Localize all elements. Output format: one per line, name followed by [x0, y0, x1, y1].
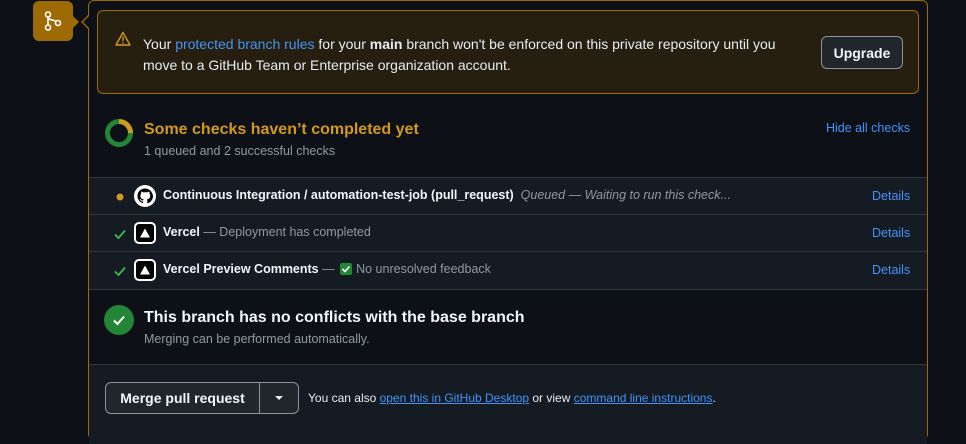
check-details-link[interactable]: Details — [872, 189, 910, 203]
conflict-status: This branch has no conflicts with the ba… — [89, 289, 927, 364]
warning-message: Your protected branch rules for your mai… — [143, 36, 776, 73]
conflict-title: This branch has no conflicts with the ba… — [144, 309, 525, 326]
protected-branch-rules-link[interactable]: protected branch rules — [175, 36, 314, 52]
merge-options-dropdown[interactable] — [259, 382, 299, 414]
check-icon — [114, 229, 126, 240]
check-row: Vercel Preview Comments — No unresolved … — [89, 251, 927, 289]
checks-summary: Some checks haven’t completed yet 1 queu… — [89, 101, 927, 177]
queued-dot-icon — [116, 193, 124, 201]
alert-icon — [115, 31, 131, 46]
upgrade-button[interactable]: Upgrade — [821, 36, 903, 69]
checks-title: Some checks haven’t completed yet — [144, 121, 419, 138]
command-line-instructions-link[interactable]: command line instructions — [574, 391, 713, 405]
merge-box: Your protected branch rules for your mai… — [88, 0, 928, 444]
git-merge-icon — [33, 1, 79, 41]
check-row: Continuous Integration / automation-test… — [89, 177, 927, 215]
check-name: Vercel — Deployment has completed — [163, 225, 371, 239]
panel-pointer-inner — [83, 16, 89, 28]
merge-pull-request-button[interactable]: Merge pull request — [105, 382, 260, 414]
github-icon — [134, 185, 156, 207]
check-name: Continuous Integration / automation-test… — [163, 188, 731, 202]
check-description: Queued — Waiting to run this check... — [520, 188, 731, 202]
merge-hint: You can also open this in GitHub Desktop… — [308, 391, 716, 405]
check-description: No unresolved feedback — [356, 262, 491, 276]
merge-actions: Merge pull request You can also open thi… — [89, 364, 927, 444]
protected-branch-warning: Your protected branch rules for your mai… — [97, 10, 919, 94]
check-row: Vercel — Deployment has completed Detail… — [89, 214, 927, 252]
conflict-subtitle: Merging can be performed automatically. — [144, 332, 370, 346]
checks-progress-ring — [105, 119, 133, 147]
checks-subtitle: 1 queued and 2 successful checks — [144, 144, 336, 158]
check-details-link[interactable]: Details — [872, 263, 910, 277]
vercel-icon — [134, 222, 156, 244]
check-details-link[interactable]: Details — [872, 226, 910, 240]
branch-name: main — [369, 36, 403, 52]
check-description: — Deployment has completed — [203, 225, 371, 239]
hide-all-checks-link[interactable]: Hide all checks — [826, 121, 910, 135]
checkbox-checked-icon — [340, 263, 353, 275]
check-name: Vercel Preview Comments — No unresolved … — [163, 262, 491, 276]
github-desktop-link[interactable]: open this in GitHub Desktop — [380, 391, 529, 405]
check-icon — [114, 266, 126, 277]
check-circle-icon — [104, 305, 134, 335]
vercel-icon — [134, 259, 156, 281]
